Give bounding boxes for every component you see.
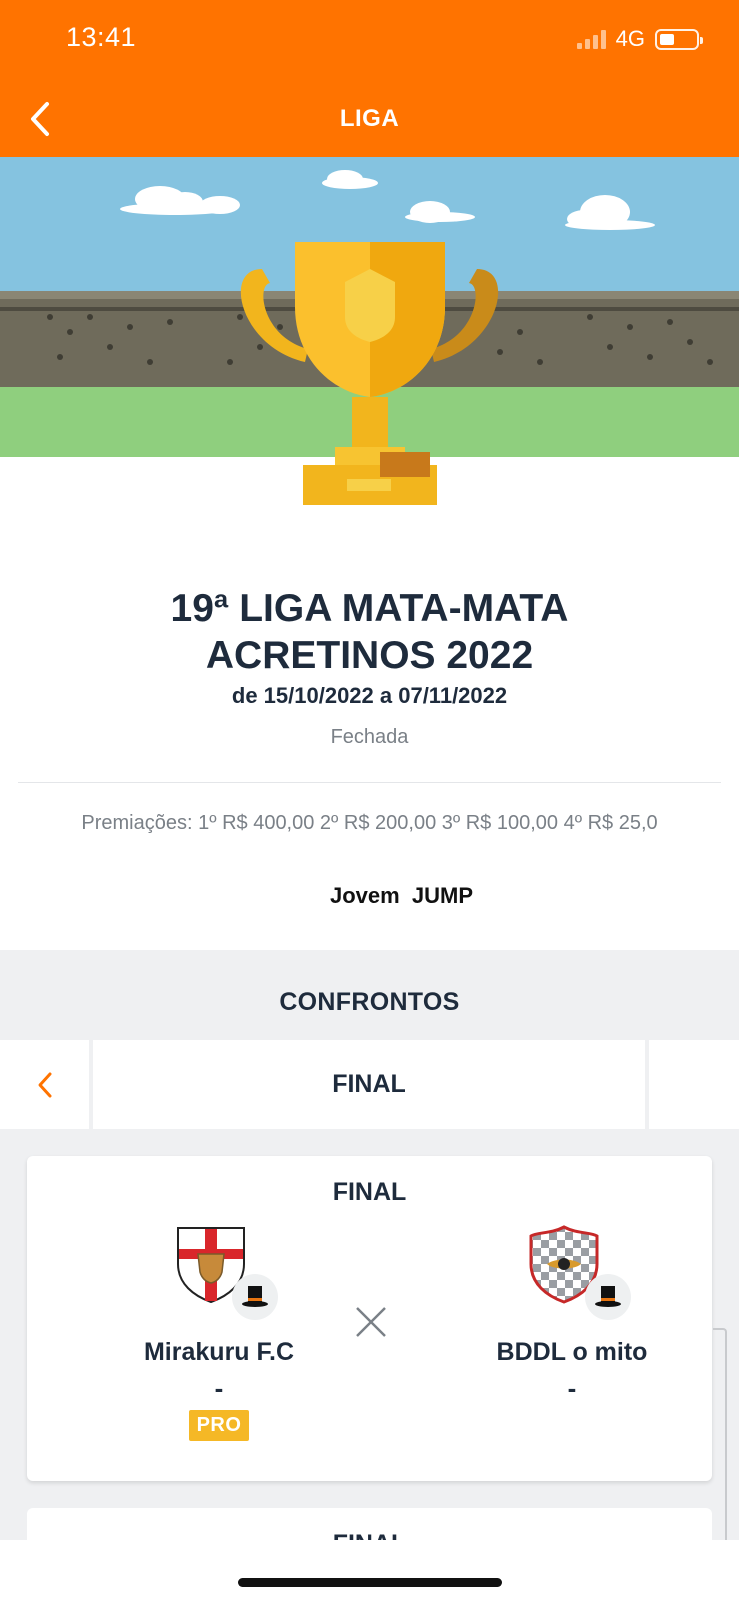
match-card[interactable]: FINAL Mirakuru F.C - PRO BDDL o mito - <box>27 1156 712 1481</box>
league-title: 19ª LIGA MATA-MATA ACRETINOS 2022 <box>0 585 739 679</box>
away-team-name: BDDL o mito <box>496 1338 648 1366</box>
home-team-name: Mirakuru F.C <box>143 1338 295 1366</box>
bottom-safe-area <box>0 1540 739 1600</box>
network-label: 4G <box>615 26 645 51</box>
signal-icon <box>576 29 606 49</box>
status-time: 13:41 <box>66 22 137 52</box>
page-title: LIGA <box>339 105 400 132</box>
scroll-indicator <box>713 1328 727 1568</box>
league-prizes: Premiações: 1º R$ 400,00 2º R$ 200,00 3º… <box>81 812 658 834</box>
home-indicator[interactable] <box>238 1578 502 1587</box>
away-team[interactable]: BDDL o mito - <box>447 1224 697 1404</box>
app-header: 13:41 4G LIGA <box>0 0 739 157</box>
home-team-crest <box>164 1224 278 1324</box>
next-round-button[interactable] <box>649 1040 739 1129</box>
match-title: FINAL <box>332 1178 407 1206</box>
league-status: Fechada <box>330 726 409 748</box>
home-team-score: - <box>214 1373 224 1403</box>
divider <box>18 782 721 783</box>
battery-icon <box>655 28 703 50</box>
top-hat-icon <box>585 1274 631 1320</box>
league-title-line1: 19ª LIGA MATA-MATA <box>170 587 569 630</box>
league-sponsor: Jovem JUMP <box>330 883 474 908</box>
section-title: CONFRONTOS <box>279 988 460 1016</box>
pro-badge: PRO <box>188 1410 250 1441</box>
round-label: FINAL <box>332 1070 406 1098</box>
league-banner <box>0 157 739 512</box>
top-hat-icon <box>232 1274 278 1320</box>
versus-x-icon <box>356 1307 386 1337</box>
away-team-score: - <box>567 1373 577 1403</box>
previous-round-button[interactable] <box>0 1040 89 1129</box>
trophy-illustration <box>0 157 739 512</box>
chevron-left-icon <box>38 1072 51 1097</box>
status-indicators: 4G <box>576 26 703 52</box>
league-title-line2: ACRETINOS 2022 <box>205 634 534 677</box>
away-team-crest <box>517 1224 631 1324</box>
league-dates: de 15/10/2022 a 07/11/2022 <box>231 683 508 708</box>
home-team[interactable]: Mirakuru F.C - PRO <box>94 1224 344 1441</box>
round-selector: FINAL <box>93 1040 645 1129</box>
